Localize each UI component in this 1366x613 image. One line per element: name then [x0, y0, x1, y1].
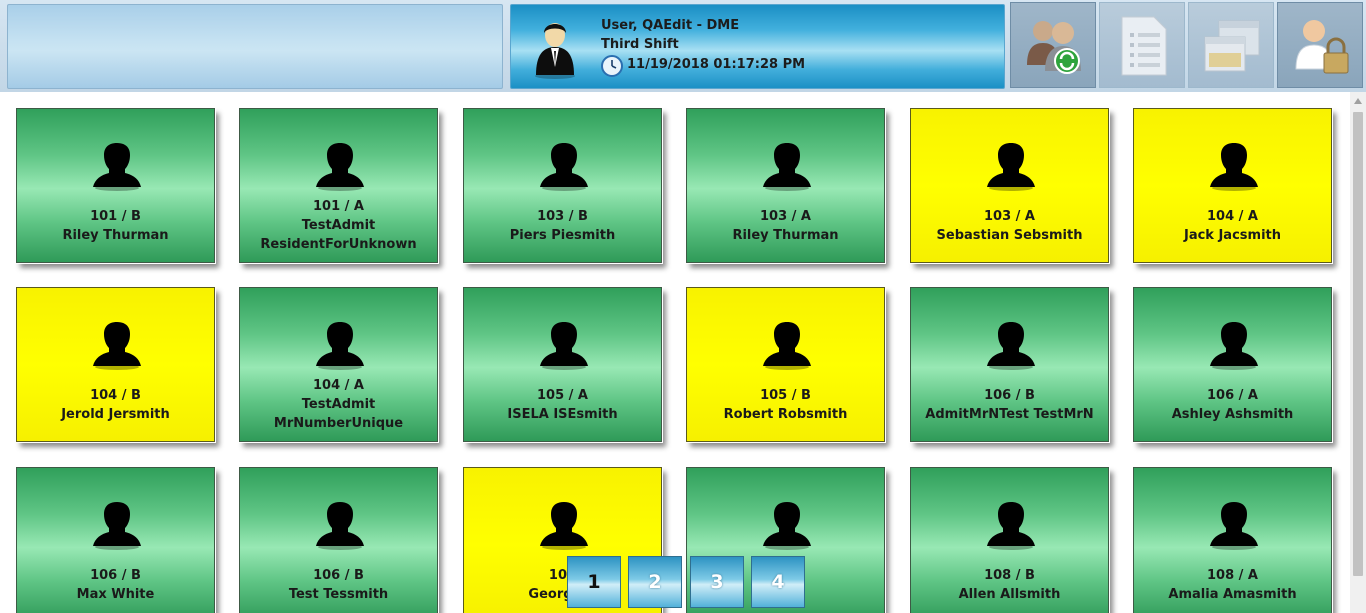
- resident-tile[interactable]: 105 / B Robert Robsmith: [685, 286, 886, 443]
- resident-silhouette-icon: [763, 143, 811, 191]
- resident-name: Ashley Ashsmith: [1171, 407, 1294, 422]
- page-button-1[interactable]: 1: [567, 556, 621, 608]
- people-refresh-icon: [1027, 21, 1081, 74]
- vertical-scrollbar[interactable]: [1350, 92, 1366, 613]
- resident-silhouette-icon: [1210, 322, 1258, 370]
- room-label: 106 / B: [313, 568, 364, 583]
- room-label: 108 / B: [984, 568, 1035, 583]
- resident-name: Riley Thurman: [732, 228, 839, 243]
- room-label: 101 / A: [313, 199, 364, 214]
- user-name: User, QAEdit - DME: [601, 18, 740, 33]
- user-info-panel: User, QAEdit - DME Third Shift 11/19/201…: [510, 4, 1005, 89]
- resident-name: Allen Allsmith: [958, 587, 1061, 602]
- room-label: 101 / B: [90, 209, 141, 224]
- resident-name: TestAdmit: [301, 218, 376, 233]
- resident-silhouette-icon: [763, 322, 811, 370]
- resident-tile[interactable]: 101 / B Riley Thurman: [15, 107, 216, 264]
- resident-silhouette-icon: [316, 322, 364, 370]
- room-label: 106 / B: [90, 568, 141, 583]
- resident-name: Jack Jacsmith: [1183, 228, 1281, 243]
- room-label: 103 / A: [760, 209, 811, 224]
- header-blank-panel: [7, 4, 503, 89]
- page-button-3[interactable]: 3: [690, 556, 744, 608]
- resident-tile[interactable]: 104 / B Jerold Jersmith: [15, 286, 216, 443]
- resident-tile[interactable]: 103 / B Piers Piesmith: [462, 107, 663, 264]
- user-lock-icon: [1295, 20, 1349, 74]
- resident-silhouette-icon: [987, 502, 1035, 550]
- room-label: 105 / A: [537, 388, 588, 403]
- residents-refresh-button[interactable]: [1010, 2, 1096, 88]
- room-label: 104 / A: [313, 378, 364, 393]
- resident-silhouette-icon: [763, 502, 811, 550]
- room-label: 103 / B: [537, 209, 588, 224]
- resident-silhouette-icon: [540, 502, 588, 550]
- resident-tile[interactable]: 106 / A Ashley Ashsmith: [1132, 286, 1333, 443]
- resident-name: ResidentForUnknown: [260, 237, 417, 252]
- shift-label: Third Shift: [601, 37, 679, 52]
- resident-tile[interactable]: 108 / B Allen Allsmith: [909, 466, 1110, 613]
- resident-tile[interactable]: 101 / A TestAdmit ResidentForUnknown: [238, 107, 439, 264]
- user-avatar-icon: [535, 23, 575, 79]
- resident-silhouette-icon: [987, 143, 1035, 191]
- resident-tile[interactable]: 106 / B AdmitMrNTest TestMrN: [909, 286, 1110, 443]
- room-label: 108 / A: [1207, 568, 1258, 583]
- resident-name: AdmitMrNTest TestMrN: [925, 407, 1094, 422]
- resident-silhouette-icon: [1210, 143, 1258, 191]
- resident-tile[interactable]: 103 / A Riley Thurman: [685, 107, 886, 264]
- resident-name: ISELA ISEsmith: [507, 407, 618, 422]
- resident-tile[interactable]: 108 / A Amalia Amasmith: [1132, 466, 1333, 613]
- page-button-2[interactable]: 2: [628, 556, 682, 608]
- resident-silhouette-icon: [316, 502, 364, 550]
- resident-tile[interactable]: 105 / A ISELA ISEsmith: [462, 286, 663, 443]
- header-bar: User, QAEdit - DME Third Shift 11/19/201…: [0, 0, 1366, 92]
- resident-name: Amalia Amasmith: [1168, 587, 1297, 602]
- room-label: 105 / B: [760, 388, 811, 403]
- scroll-thumb[interactable]: [1353, 112, 1363, 576]
- resident-silhouette-icon: [93, 502, 141, 550]
- resident-name: Test Tessmith: [288, 587, 389, 602]
- resident-silhouette-icon: [540, 322, 588, 370]
- resident-silhouette-icon: [987, 322, 1035, 370]
- resident-name: TestAdmit: [301, 397, 376, 412]
- resident-tile[interactable]: 104 / A TestAdmit MrNumberUnique: [238, 286, 439, 443]
- room-label: 104 / A: [1207, 209, 1258, 224]
- resident-silhouette-icon: [316, 143, 364, 191]
- resident-name: Piers Piesmith: [509, 228, 616, 243]
- document-list-icon: [1121, 16, 1167, 76]
- windows-icon: [1204, 20, 1260, 72]
- list-button[interactable]: [1099, 2, 1185, 88]
- resident-silhouette-icon: [93, 322, 141, 370]
- room-label: 103 / A: [984, 209, 1035, 224]
- resident-tile[interactable]: 103 / A Sebastian Sebsmith: [909, 107, 1110, 264]
- resident-tile[interactable]: 106 / B Test Tessmith: [238, 466, 439, 613]
- resident-name: Jerold Jersmith: [61, 407, 170, 422]
- clock-icon: [601, 55, 623, 77]
- room-label: 104 / B: [90, 388, 141, 403]
- lock-button[interactable]: [1277, 2, 1363, 88]
- resident-name: MrNumberUnique: [273, 416, 404, 431]
- resident-grid: 101 / B Riley Thurman 101 / A TestAdmit Resi…: [0, 92, 1350, 613]
- resident-silhouette-icon: [540, 143, 588, 191]
- room-label: 106 / A: [1207, 388, 1258, 403]
- room-label: 106 / B: [984, 388, 1035, 403]
- resident-silhouette-icon: [1210, 502, 1258, 550]
- resident-tile[interactable]: 104 / A Jack Jacsmith: [1132, 107, 1333, 264]
- windows-button[interactable]: [1188, 2, 1274, 88]
- resident-name: Robert Robsmith: [723, 407, 848, 422]
- resident-name: Sebastian Sebsmith: [936, 228, 1083, 243]
- scroll-up-arrow-icon[interactable]: [1354, 98, 1362, 104]
- page-button-4[interactable]: 4: [751, 556, 805, 608]
- datetime-label: 11/19/2018 01:17:28 PM: [627, 57, 806, 72]
- resident-silhouette-icon: [93, 143, 141, 191]
- resident-name: Max White: [76, 587, 155, 602]
- resident-name: Riley Thurman: [62, 228, 169, 243]
- resident-tile[interactable]: 106 / B Max White: [15, 466, 216, 613]
